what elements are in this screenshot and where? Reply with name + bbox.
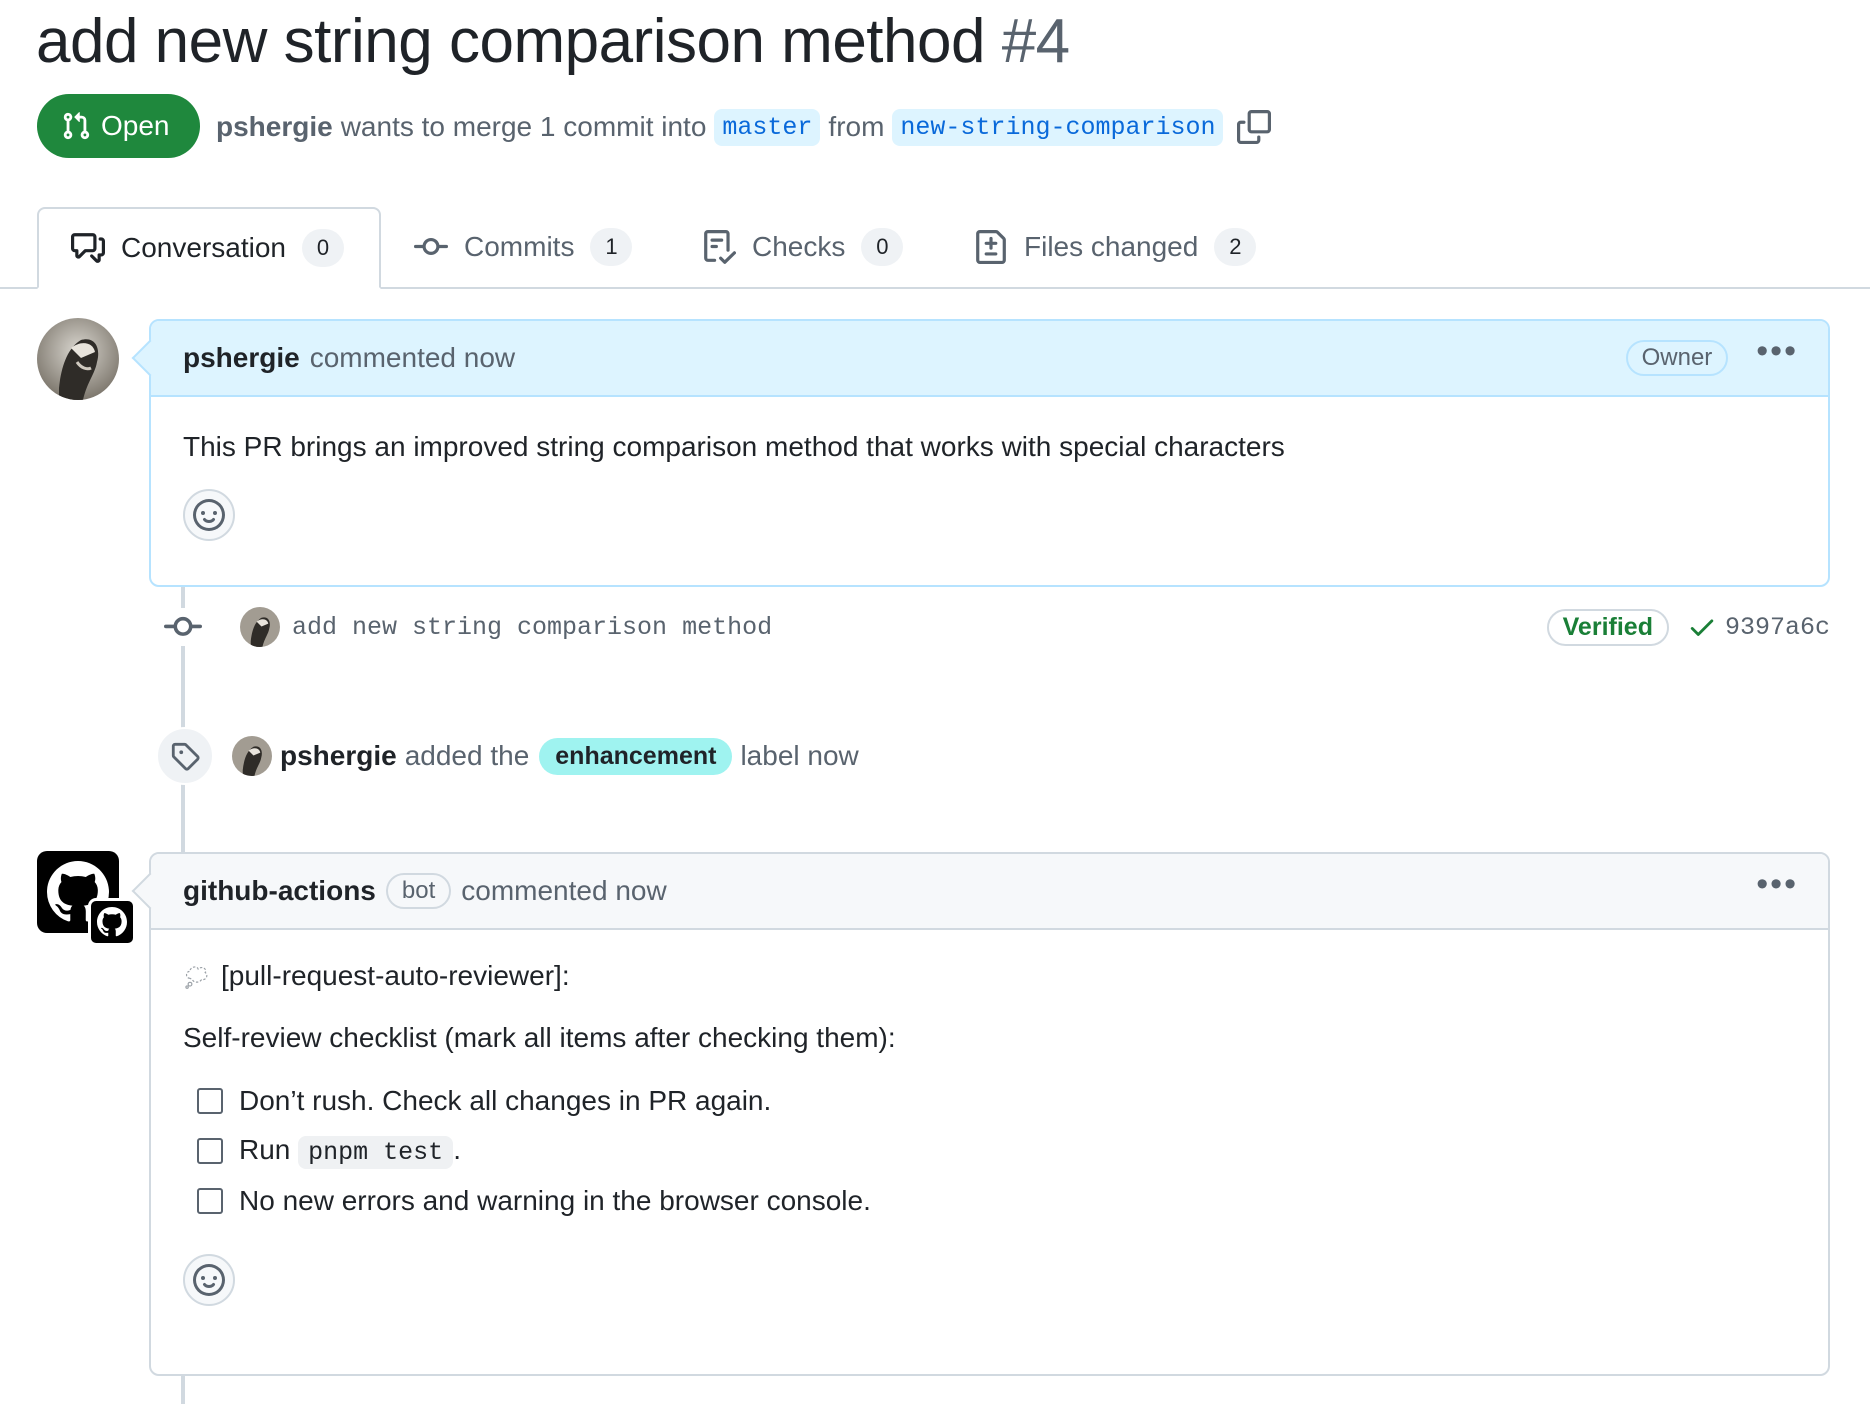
author-avatar-image: [37, 318, 119, 400]
pr-title-text: add new string comparison method: [36, 7, 985, 76]
pr-state-badge: Open: [37, 94, 200, 158]
checkbox[interactable]: [197, 1188, 223, 1214]
smiley-icon: [193, 499, 225, 531]
base-branch[interactable]: master: [714, 108, 821, 146]
pr-state-label: Open: [101, 110, 170, 141]
file-diff-icon: [976, 230, 1006, 264]
list-item: Don’t rush. Check all changes in PR agai…: [183, 1076, 1796, 1126]
comment-header: github-actions bot commented now •••: [151, 854, 1828, 930]
add-reaction-button[interactable]: [183, 1254, 235, 1306]
enhancement-label[interactable]: enhancement: [539, 737, 733, 775]
pr-meta: pshergie wants to merge 1 commit into ma…: [216, 104, 1272, 150]
tab-files-changed-label: Files changed: [1024, 231, 1199, 262]
checkbox[interactable]: [197, 1138, 223, 1164]
list-item: Run pnpm test.: [183, 1126, 1796, 1176]
event-text-after: label now: [740, 740, 859, 771]
git-commit-icon: [414, 237, 448, 255]
git-commit-icon: [164, 608, 202, 646]
comment-discussion-icon: [71, 233, 105, 263]
bot-badge: bot: [385, 873, 452, 909]
comment-header: pshergie commented now Owner •••: [151, 321, 1828, 397]
commit-author-avatar[interactable]: [240, 607, 280, 647]
checklist-icon: [704, 230, 736, 264]
merge-text: wants to merge 1 commit into: [340, 111, 707, 142]
app-badge: [88, 898, 136, 946]
tab-commits-count: 1: [590, 228, 633, 266]
copy-icon[interactable]: [1237, 110, 1272, 144]
tab-checks-label: Checks: [752, 231, 846, 262]
tag-icon: [171, 742, 200, 771]
author-avatar-image: [232, 736, 272, 776]
checklist-item-text: No new errors and warning in the browser…: [239, 1185, 871, 1216]
checklist: Don’t rush. Check all changes in PR agai…: [183, 1076, 1796, 1226]
tag-icon-badge: [156, 727, 214, 785]
check-icon[interactable]: [1687, 612, 1717, 642]
pr-tabs: Conversation 0 Commits 1 Checks 0 Files …: [0, 207, 1870, 289]
commit-event: add new string comparison method Verifie…: [164, 607, 1830, 647]
tab-files-changed[interactable]: Files changed 2: [974, 207, 1257, 287]
thought-bubble-icon: [185, 966, 208, 989]
author-avatar-image: [240, 607, 280, 647]
kebab-menu-icon[interactable]: •••: [1756, 867, 1798, 908]
run-text: Run: [239, 1133, 291, 1165]
from-text: from: [828, 111, 885, 142]
bot-comment: github-actions bot commented now ••• [pu…: [131, 852, 1830, 1376]
commit-message[interactable]: add new string comparison method: [292, 613, 772, 642]
bot-intro-text: [pull-request-auto-reviewer]:: [221, 960, 570, 991]
comment-body: This PR brings an improved string compar…: [183, 431, 1285, 462]
checklist-item-text: Don’t rush. Check all changes in PR agai…: [239, 1085, 772, 1116]
kebab-menu-icon[interactable]: •••: [1756, 334, 1798, 375]
avatar[interactable]: [37, 318, 119, 400]
inline-code: pnpm test: [298, 1135, 454, 1169]
actor-avatar[interactable]: [232, 736, 272, 776]
list-item: No new errors and warning in the browser…: [183, 1176, 1796, 1226]
add-reaction-button[interactable]: [183, 489, 235, 541]
comment-timestamp[interactable]: commented now: [310, 342, 515, 374]
comment-author[interactable]: pshergie: [183, 342, 300, 374]
tab-conversation-label: Conversation: [121, 232, 286, 263]
tab-checks-count: 0: [861, 228, 904, 266]
label-event: pshergie added the enhancement label now: [156, 727, 859, 785]
comment-timestamp[interactable]: commented now: [461, 875, 666, 907]
tab-conversation-count: 0: [301, 229, 344, 267]
checklist-item-text: Run pnpm test.: [239, 1130, 461, 1173]
comment-author[interactable]: github-actions: [183, 875, 376, 907]
pr-author-link[interactable]: pshergie: [216, 111, 333, 143]
checkbox[interactable]: [197, 1088, 223, 1114]
git-pull-request-icon: [63, 112, 90, 140]
tab-commits[interactable]: Commits 1: [414, 207, 633, 287]
tab-checks[interactable]: Checks 0: [702, 207, 904, 287]
tab-files-changed-count: 2: [1214, 228, 1257, 266]
tab-conversation[interactable]: Conversation 0: [37, 207, 381, 289]
github-mark-icon: [97, 907, 127, 937]
pr-title: add new string comparison method #4: [36, 2, 1070, 82]
checklist-heading: Self-review checklist (mark all items af…: [183, 1022, 896, 1053]
event-text-before: added the: [404, 740, 530, 771]
bot-intro: [pull-request-auto-reviewer]:: [183, 956, 1796, 996]
smiley-icon: [193, 1264, 225, 1296]
event-actor[interactable]: pshergie: [280, 740, 397, 772]
owner-badge: Owner: [1625, 340, 1729, 376]
verified-badge[interactable]: Verified: [1546, 608, 1669, 646]
commit-sha[interactable]: 9397a6c: [1725, 613, 1830, 642]
period-text: .: [453, 1133, 461, 1165]
head-branch[interactable]: new-string-comparison: [892, 108, 1224, 146]
tab-commits-label: Commits: [464, 231, 575, 262]
pr-number: #4: [1001, 7, 1070, 76]
pr-description-comment: pshergie commented now Owner ••• This PR…: [131, 319, 1830, 587]
